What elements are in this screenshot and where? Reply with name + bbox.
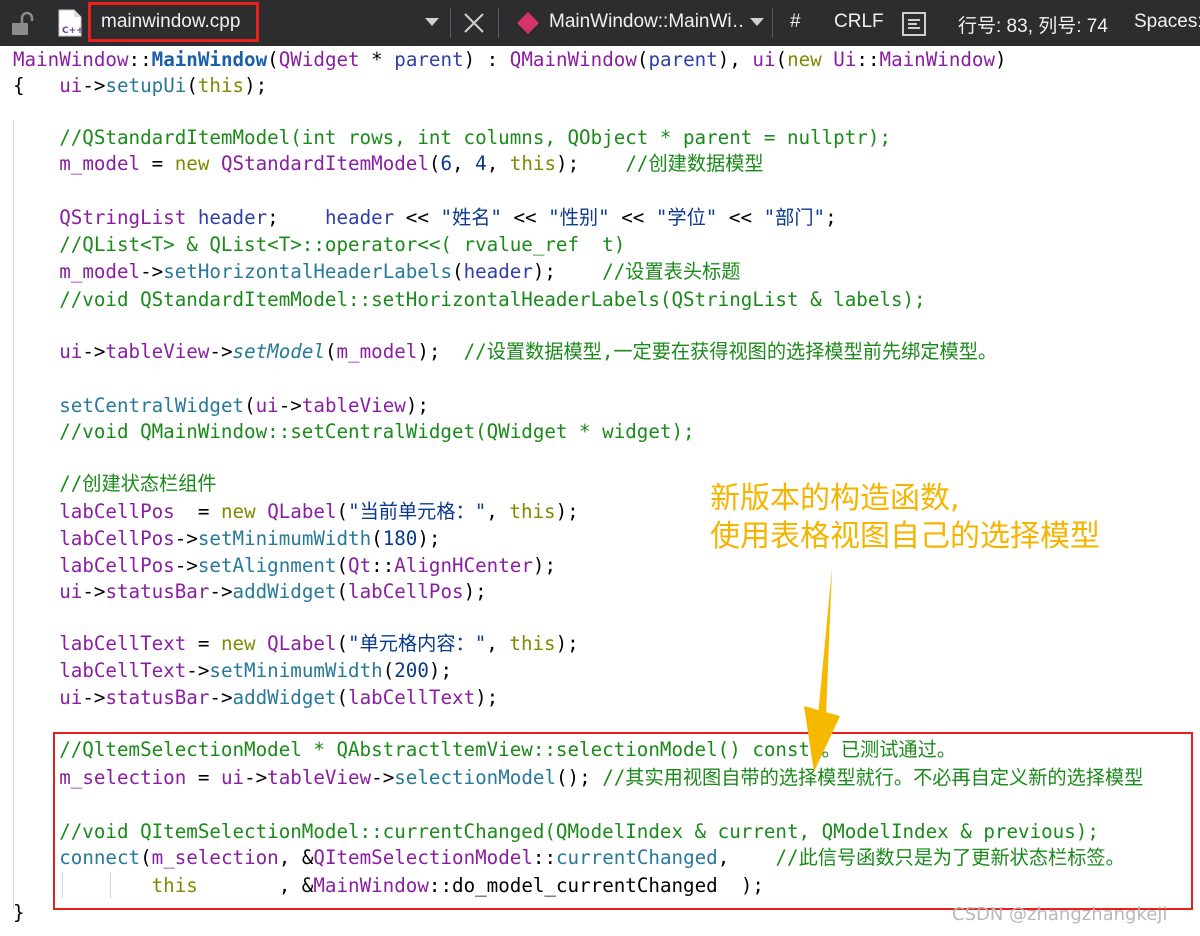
code-line: connect(m_selection, &QItemSelectionMode… — [59, 846, 1125, 869]
code-line: m_model->setHorizontalHeaderLabels(heade… — [59, 260, 741, 283]
code-line: ui->statusBar->addWidget(labCellPos); — [59, 580, 487, 603]
line-ending-indicator[interactable]: CRLF — [834, 11, 884, 33]
method-icon — [517, 12, 539, 34]
toolbar-divider — [772, 8, 773, 38]
code-editor[interactable]: MainWindow::MainWindow(QWidget * parent)… — [0, 46, 1200, 936]
code-comment: //void QStandardItemModel::setHorizontal… — [13, 288, 926, 311]
file-tab-label: mainwindow.cpp — [101, 11, 241, 32]
close-icon[interactable] — [462, 11, 486, 35]
annotation-arrow-icon — [804, 568, 840, 772]
code-comment: //QStandardItemModel(int rows, int colum… — [13, 126, 891, 149]
svg-text:C++: C++ — [62, 26, 84, 36]
code-line: this , &MainWindow::do_model_currentChan… — [151, 874, 764, 897]
code-comment: //void QItemSelectionModel::currentChang… — [13, 820, 1099, 843]
format-document-icon[interactable] — [900, 10, 928, 38]
code-line: ui->statusBar->addWidget(labCellText); — [59, 686, 499, 709]
watermark: CSDN @zhangzhangkeji — [952, 904, 1168, 925]
code-comment: //void QMainWindow::setCentralWidget(QWi… — [13, 420, 695, 443]
closing-brace: } — [13, 901, 25, 924]
annotation-text: 新版本的构造函数, 使用表格视图自己的选择模型 — [710, 481, 1100, 554]
hash-button[interactable]: # — [790, 11, 801, 33]
code-comment: //创建状态栏组件 — [13, 472, 217, 495]
toolbar-divider — [450, 8, 451, 38]
code-line: QStringList header; header << "姓名" << "性… — [59, 206, 837, 229]
code-line: labCellPos->setMinimumWidth(180); — [59, 527, 441, 550]
code-line: labCellPos = new QLabel("当前单元格：", this); — [59, 500, 579, 523]
indentation-indicator[interactable]: Spaces: — [1134, 11, 1200, 33]
chevron-down-icon[interactable] — [749, 15, 765, 29]
code-line: m_model = new QStandardItemModel(6, 4, t… — [59, 152, 764, 175]
unlock-icon[interactable] — [8, 10, 36, 38]
code-line: { ui->setupUi(this); — [13, 74, 268, 97]
code-line: labCellText = new QLabel("单元格内容：", this)… — [59, 632, 579, 655]
cpp-file-icon: C++ — [58, 9, 84, 37]
cursor-position-indicator[interactable]: 行号: 83, 列号: 74 — [958, 11, 1108, 38]
file-tab-mainwindow-cpp[interactable]: mainwindow.cpp — [88, 2, 259, 42]
code-line: labCellText->setMinimumWidth(200); — [59, 659, 453, 682]
toolbar-divider — [498, 8, 499, 38]
code-line: setCentralWidget(ui->tableView); — [59, 394, 429, 417]
symbol-selector-label[interactable]: MainWindow::MainWi… — [549, 11, 745, 33]
chevron-down-icon[interactable] — [424, 15, 440, 29]
code-line: m_selection = ui->tableView->selectionMo… — [59, 766, 1144, 789]
code-line: ui->tableView->setModel(m_model); //设置数据… — [59, 340, 998, 363]
editor-toolbar: C++ mainwindow.cpp MainWindow::MainWi… #… — [0, 0, 1200, 46]
code-line: labCellPos->setAlignment(Qt::AlignHCente… — [59, 554, 556, 577]
code-line: MainWindow::MainWindow(QWidget * parent)… — [13, 48, 1007, 71]
code-comment: //QList<T> & QList<T>::operator<<( rvalu… — [13, 233, 626, 256]
